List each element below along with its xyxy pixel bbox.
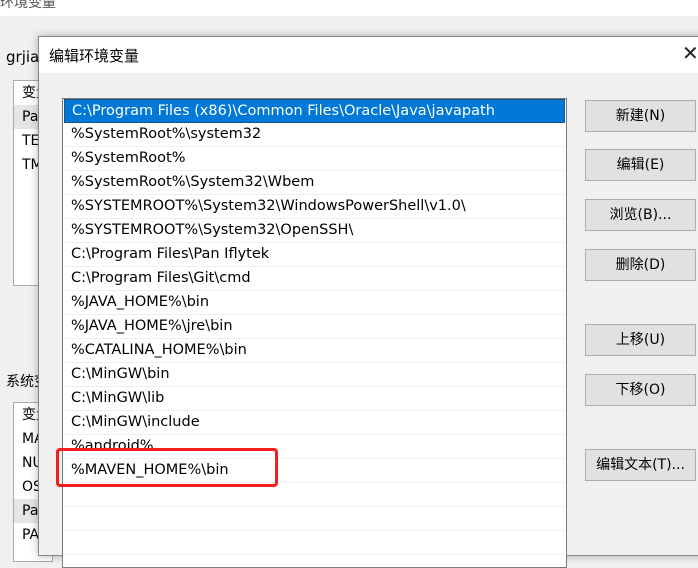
path-list-item[interactable]: %JAVA_HOME%\jre\bin (64, 315, 565, 339)
path-list-item[interactable]: %SystemRoot%\System32\Wbem (64, 171, 565, 195)
path-list-item[interactable]: %JAVA_HOME%\bin (64, 291, 565, 315)
path-list-item[interactable]: C:\Program Files\Pan Iflytek (64, 243, 565, 267)
browse-button[interactable]: 浏览(B)... (585, 199, 696, 231)
edit-text-button[interactable]: 编辑文本(T)... (585, 449, 696, 481)
highlight-annotation (56, 448, 278, 487)
edit-env-dialog: 编辑环境变量 ✕ C:\Program Files (x86)\Common F… (38, 36, 698, 568)
path-list-item[interactable]: %SystemRoot% (64, 147, 565, 171)
path-list-item[interactable]: %CATALINA_HOME%\bin (64, 339, 565, 363)
path-list[interactable]: C:\Program Files (x86)\Common Files\Orac… (62, 98, 567, 568)
path-list-item[interactable]: %SYSTEMROOT%\System32\WindowsPowerShell\… (64, 195, 565, 219)
edit-button[interactable]: 编辑(E) (585, 149, 696, 181)
path-list-item[interactable]: C:\MinGW\bin (64, 363, 565, 387)
path-list-item[interactable]: %SYSTEMROOT%\System32\OpenSSH\ (64, 219, 565, 243)
background-window-titlebar: 环境变量 (0, 0, 698, 16)
move-up-button[interactable]: 上移(U) (585, 324, 696, 356)
path-list-item[interactable]: C:\MinGW\lib (64, 387, 565, 411)
close-icon[interactable]: ✕ (682, 41, 698, 65)
path-list-item[interactable]: %SystemRoot%\system32 (64, 123, 565, 147)
path-list-item[interactable]: C:\Program Files (x86)\Common Files\Orac… (64, 99, 565, 123)
dialog-title: 编辑环境变量 (49, 47, 140, 65)
empty-row[interactable] (64, 507, 565, 531)
empty-row[interactable] (64, 531, 565, 555)
path-list-item[interactable]: C:\MinGW\include (64, 411, 565, 435)
move-down-button[interactable]: 下移(O) (585, 374, 696, 406)
background-window-title: 环境变量 (0, 0, 56, 11)
delete-button[interactable]: 删除(D) (585, 249, 696, 281)
path-list-item[interactable]: C:\Program Files\Git\cmd (64, 267, 565, 291)
new-button[interactable]: 新建(N) (585, 100, 696, 132)
dialog-titlebar: 编辑环境变量 ✕ (39, 37, 698, 73)
user-variables-label: grjia (6, 48, 40, 66)
